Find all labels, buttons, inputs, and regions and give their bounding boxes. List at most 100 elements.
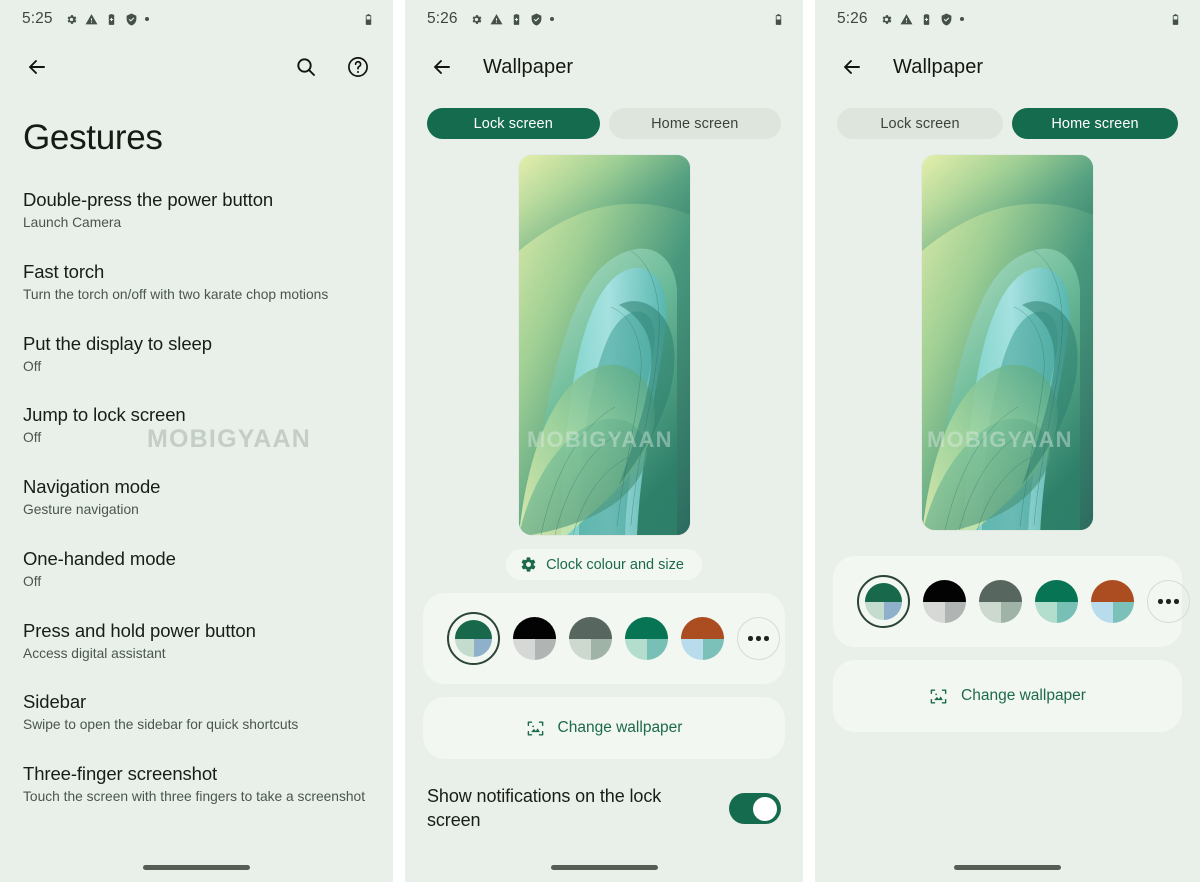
green-swatch[interactable] <box>447 612 500 665</box>
gestures-list: Double-press the power button Launch Cam… <box>0 188 393 807</box>
status-bar-right <box>362 13 375 26</box>
page-title: Wallpaper <box>893 55 984 78</box>
list-item-title: Navigation mode <box>23 476 161 497</box>
teal-swatch[interactable] <box>625 617 668 660</box>
grey-swatch[interactable] <box>569 617 612 660</box>
list-item-subtitle: Off <box>23 430 42 446</box>
list-item-subtitle: Launch Camera <box>23 215 122 231</box>
more-colours-button[interactable] <box>1147 580 1190 623</box>
status-bar-right <box>772 13 785 26</box>
battery-saver-icon <box>920 13 933 26</box>
notifications-toggle-label: Show notifications on the lock screen <box>427 786 662 830</box>
notifications-toggle-switch[interactable] <box>729 793 781 825</box>
screenshot-stage: 5:25 Gestures Double-press the power but… <box>0 0 1200 882</box>
grey-swatch[interactable] <box>979 580 1022 623</box>
gear-icon <box>520 556 537 573</box>
battery-icon <box>772 13 785 26</box>
black-swatch[interactable] <box>513 617 556 660</box>
more-colours-button[interactable] <box>737 617 780 660</box>
brown-swatch[interactable] <box>681 617 724 660</box>
colour-swatch-row <box>833 556 1190 647</box>
change-wallpaper-label: Change wallpaper <box>961 687 1086 704</box>
list-item[interactable]: Sidebar Swipe to open the sidebar for qu… <box>0 690 393 735</box>
status-icon-group <box>65 13 149 26</box>
back-arrow-icon[interactable] <box>427 52 457 82</box>
list-item-subtitle: Touch the screen with three fingers to t… <box>23 789 366 805</box>
list-item-subtitle: Access digital assistant <box>23 645 166 661</box>
panel-divider <box>393 0 405 882</box>
wallpaper-preview-wrap <box>405 155 803 535</box>
change-wallpaper-button[interactable]: Change wallpaper <box>423 697 785 759</box>
green-swatch[interactable] <box>857 575 910 628</box>
list-item[interactable]: Put the display to sleep Off <box>0 332 393 377</box>
colour-swatches-card <box>423 593 785 684</box>
wallpaper-art <box>922 155 1093 530</box>
wallpaper-art <box>518 155 690 535</box>
status-bar: 5:26 <box>815 0 1200 38</box>
wallpaper-preview[interactable] <box>518 155 690 535</box>
list-item-subtitle: Turn the torch on/off with two karate ch… <box>23 286 329 302</box>
list-item[interactable]: Three-finger screenshot Touch the screen… <box>0 762 393 807</box>
wallpaper-preview-wrap <box>815 155 1200 530</box>
change-wallpaper-label: Change wallpaper <box>557 719 683 736</box>
list-item-title: Jump to lock screen <box>23 404 186 426</box>
tab-lock-screen[interactable]: Lock screen <box>427 108 600 139</box>
list-item[interactable]: Navigation mode Gesture navigation <box>0 475 393 520</box>
change-wallpaper-card: Change wallpaper <box>423 697 785 759</box>
list-item-title: Fast torch <box>23 260 105 282</box>
notifications-toggle-row[interactable]: Show notifications on the lock screen <box>405 759 803 833</box>
status-icon-group <box>880 13 964 26</box>
battery-saver-icon <box>105 13 118 26</box>
home-indicator <box>0 865 393 870</box>
panel-wallpaper-lock: 5:26 Wallpaper Lock screen Home screen C… <box>405 0 803 882</box>
home-indicator <box>405 865 803 870</box>
colour-swatches-card <box>833 556 1190 647</box>
shield-icon <box>125 13 138 26</box>
colour-swatch-row <box>423 593 785 684</box>
status-time: 5:26 <box>427 10 458 27</box>
page-title: Gestures <box>23 118 163 157</box>
list-item[interactable]: Jump to lock screen Off <box>0 403 393 448</box>
app-bar: Wallpaper <box>815 38 1200 96</box>
panel-divider <box>803 0 815 882</box>
status-time: 5:26 <box>837 10 868 27</box>
list-item-title: Put the display to sleep <box>23 332 212 354</box>
shield-icon <box>530 13 543 26</box>
list-item[interactable]: Double-press the power button Launch Cam… <box>0 188 393 233</box>
list-item-title: Three-finger screenshot <box>23 763 218 784</box>
tab-lock-screen[interactable]: Lock screen <box>837 108 1003 139</box>
status-bar-right <box>1169 13 1182 26</box>
status-bar: 5:26 <box>405 0 803 38</box>
clock-colour-size-button[interactable]: Clock colour and size <box>506 549 702 580</box>
list-item[interactable]: Fast torch Turn the torch on/off with tw… <box>0 260 393 305</box>
list-item-title: Sidebar <box>23 691 87 713</box>
list-item-subtitle: Off <box>23 358 42 374</box>
list-item[interactable]: Press and hold power button Access digit… <box>0 619 393 664</box>
battery-icon <box>362 13 375 26</box>
warning-triangle-icon <box>490 13 503 26</box>
back-arrow-icon[interactable] <box>22 52 52 82</box>
list-item[interactable]: One-handed mode Off <box>0 547 393 592</box>
search-icon[interactable] <box>291 52 321 82</box>
wallpaper-preview[interactable] <box>922 155 1093 530</box>
tab-home-screen[interactable]: Home screen <box>608 108 781 139</box>
list-item-title: One-handed mode <box>23 547 176 569</box>
dot-icon <box>549 17 554 21</box>
clock-chip-row: Clock colour and size <box>405 549 803 580</box>
home-indicator <box>815 865 1200 870</box>
brown-swatch[interactable] <box>1091 580 1134 623</box>
teal-swatch[interactable] <box>1035 580 1078 623</box>
page-title: Wallpaper <box>483 55 574 78</box>
tab-home-screen[interactable]: Home screen <box>1012 108 1178 139</box>
battery-saver-icon <box>510 13 523 26</box>
help-circle-icon[interactable] <box>343 52 373 82</box>
dot-icon <box>144 17 149 21</box>
black-swatch[interactable] <box>923 580 966 623</box>
change-wallpaper-button[interactable]: Change wallpaper <box>833 660 1182 732</box>
status-time: 5:25 <box>22 10 53 27</box>
back-arrow-icon[interactable] <box>837 52 867 82</box>
wallpaper-tabs: Lock screen Home screen <box>405 96 803 139</box>
list-item-subtitle: Gesture navigation <box>23 502 139 518</box>
list-item-title: Double-press the power button <box>23 189 274 210</box>
list-item-subtitle: Swipe to open the sidebar for quick shor… <box>23 717 299 733</box>
